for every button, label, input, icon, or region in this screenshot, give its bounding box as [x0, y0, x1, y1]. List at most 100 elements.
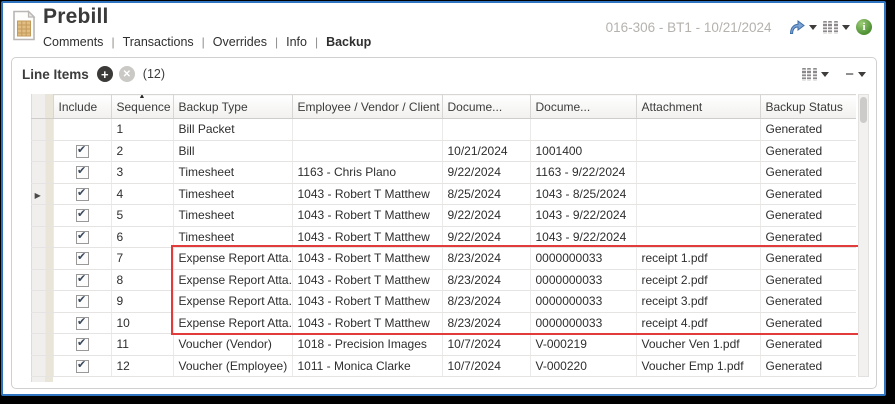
include-cell[interactable]: ✔	[53, 334, 111, 356]
delete-line-item-button[interactable]: ✕	[119, 66, 135, 82]
include-cell[interactable]: ✔	[53, 269, 111, 291]
table-row[interactable]: ✔ 9 Expense Report Atta... 1043 - Robert…	[31, 291, 856, 313]
include-cell[interactable]: ✔	[53, 312, 111, 334]
vertical-scrollbar[interactable]	[858, 94, 869, 377]
sequence-cell[interactable]: 12	[111, 355, 173, 377]
table-row[interactable]: ✔ 7 Expense Report Atta... 1043 - Robert…	[31, 248, 856, 270]
document-date-cell[interactable]: 9/22/2024	[442, 162, 530, 184]
sequence-cell[interactable]: 6	[111, 226, 173, 248]
row-selector-cell[interactable]	[31, 205, 45, 227]
backup-status-cell[interactable]: Generated	[760, 205, 856, 227]
attachment-cell[interactable]: Voucher Emp 1.pdf	[636, 355, 760, 377]
employee-vendor-client-cell[interactable]: 1043 - Robert T Matthew	[292, 183, 442, 205]
column-header-document-date[interactable]: Docume...	[442, 95, 530, 119]
attachment-cell[interactable]: receipt 4.pdf	[636, 312, 760, 334]
backup-status-cell[interactable]: Generated	[760, 334, 856, 356]
backup-status-cell[interactable]: Generated	[760, 269, 856, 291]
document-number-cell[interactable]: V-000220	[530, 355, 636, 377]
attachment-cell[interactable]: receipt 3.pdf	[636, 291, 760, 313]
document-number-cell[interactable]: 1163 - 9/22/2024	[530, 162, 636, 184]
employee-vendor-client-cell[interactable]: 1043 - Robert T Matthew	[292, 226, 442, 248]
include-checkbox[interactable]: ✔	[76, 188, 89, 201]
backup-type-cell[interactable]: Expense Report Atta...	[173, 248, 292, 270]
row-selector-cell[interactable]	[31, 162, 45, 184]
row-selector-cell[interactable]	[31, 355, 45, 377]
document-date-cell[interactable]: 9/22/2024	[442, 226, 530, 248]
include-cell[interactable]: ✔	[53, 226, 111, 248]
table-row[interactable]: ✔ 8 Expense Report Atta... 1043 - Robert…	[31, 269, 856, 291]
backup-status-cell[interactable]: Generated	[760, 355, 856, 377]
backup-type-cell[interactable]: Timesheet	[173, 205, 292, 227]
employee-vendor-client-cell[interactable]: 1011 - Monica Clarke	[292, 355, 442, 377]
backup-status-cell[interactable]: Generated	[760, 291, 856, 313]
include-cell[interactable]: ✔	[53, 248, 111, 270]
document-date-cell[interactable]: 10/21/2024	[442, 140, 530, 162]
table-row[interactable]: 1 Bill Packet Generated	[31, 119, 856, 141]
include-checkbox[interactable]: ✔	[76, 252, 89, 265]
scrollbar-thumb[interactable]	[860, 97, 867, 123]
include-cell[interactable]: ✔	[53, 162, 111, 184]
row-selector-cell[interactable]	[31, 291, 45, 313]
document-date-cell[interactable]: 8/23/2024	[442, 291, 530, 313]
include-checkbox[interactable]: ✔	[76, 295, 89, 308]
include-checkbox[interactable]: ✔	[76, 166, 89, 179]
sequence-cell[interactable]: 10	[111, 312, 173, 334]
backup-status-cell[interactable]: Generated	[760, 162, 856, 184]
backup-status-cell[interactable]: Generated	[760, 226, 856, 248]
document-number-cell[interactable]: 1043 - 9/22/2024	[530, 226, 636, 248]
sequence-cell[interactable]: 9	[111, 291, 173, 313]
include-cell[interactable]: ✔	[53, 355, 111, 377]
attachment-cell[interactable]	[636, 119, 760, 141]
include-checkbox[interactable]: ✔	[76, 145, 89, 158]
backup-type-cell[interactable]: Timesheet	[173, 226, 292, 248]
row-selector-cell[interactable]	[31, 119, 45, 141]
sequence-cell[interactable]: 7	[111, 248, 173, 270]
grid-column-chooser-button[interactable]	[802, 68, 830, 81]
document-number-cell[interactable]: 1043 - 9/22/2024	[530, 205, 636, 227]
attachment-cell[interactable]	[636, 162, 760, 184]
employee-vendor-client-cell[interactable]: 1043 - Robert T Matthew	[292, 269, 442, 291]
document-number-cell[interactable]: V-000219	[530, 334, 636, 356]
document-date-cell[interactable]: 10/7/2024	[442, 334, 530, 356]
include-checkbox[interactable]: ✔	[76, 231, 89, 244]
sequence-cell[interactable]: 11	[111, 334, 173, 356]
sequence-cell[interactable]: 2	[111, 140, 173, 162]
attachment-cell[interactable]	[636, 205, 760, 227]
table-row[interactable]: ✔ 11 Voucher (Vendor) 1018 - Precision I…	[31, 334, 856, 356]
employee-vendor-client-cell[interactable]: 1043 - Robert T Matthew	[292, 205, 442, 227]
attachment-cell[interactable]: receipt 2.pdf	[636, 269, 760, 291]
document-date-cell[interactable]: 8/23/2024	[442, 269, 530, 291]
column-header-backup-type[interactable]: Backup Type	[173, 95, 292, 119]
document-number-cell[interactable]	[530, 119, 636, 141]
document-number-cell[interactable]: 1043 - 8/25/2024	[530, 183, 636, 205]
table-row[interactable]: ✔ 6 Timesheet 1043 - Robert T Matthew 9/…	[31, 226, 856, 248]
include-cell[interactable]: ✔	[53, 291, 111, 313]
attachment-cell[interactable]	[636, 140, 760, 162]
attachment-cell[interactable]: Voucher Ven 1.pdf	[636, 334, 760, 356]
backup-type-cell[interactable]: Bill Packet	[173, 119, 292, 141]
add-line-item-button[interactable]: +	[97, 66, 113, 82]
tab-overrides[interactable]: Overrides	[213, 35, 267, 49]
document-number-cell[interactable]: 0000000033	[530, 269, 636, 291]
backup-type-cell[interactable]: Expense Report Atta...	[173, 269, 292, 291]
row-selector-cell[interactable]	[31, 248, 45, 270]
include-checkbox[interactable]: ✔	[76, 338, 89, 351]
column-header-backup-status[interactable]: Backup Status	[760, 95, 856, 119]
collapse-panel-caret-icon[interactable]	[858, 72, 866, 77]
row-selector-cell[interactable]	[31, 334, 45, 356]
row-selector-cell[interactable]: ▶	[31, 183, 45, 205]
collapse-panel-button[interactable]: −	[845, 66, 854, 83]
tab-info[interactable]: Info	[286, 35, 307, 49]
column-header-include[interactable]: Include	[53, 95, 111, 119]
column-header-employee-vendor-client[interactable]: Employee / Vendor / Client	[292, 95, 442, 119]
sequence-cell[interactable]: 8	[111, 269, 173, 291]
include-checkbox[interactable]: ✔	[76, 274, 89, 287]
attachment-cell[interactable]	[636, 183, 760, 205]
employee-vendor-client-cell[interactable]: 1043 - Robert T Matthew	[292, 291, 442, 313]
include-checkbox[interactable]: ✔	[76, 317, 89, 330]
table-row[interactable]: ✔ 5 Timesheet 1043 - Robert T Matthew 9/…	[31, 205, 856, 227]
tab-transactions[interactable]: Transactions	[123, 35, 194, 49]
backup-status-cell[interactable]: Generated	[760, 312, 856, 334]
employee-vendor-client-cell[interactable]	[292, 119, 442, 141]
employee-vendor-client-cell[interactable]: 1043 - Robert T Matthew	[292, 248, 442, 270]
